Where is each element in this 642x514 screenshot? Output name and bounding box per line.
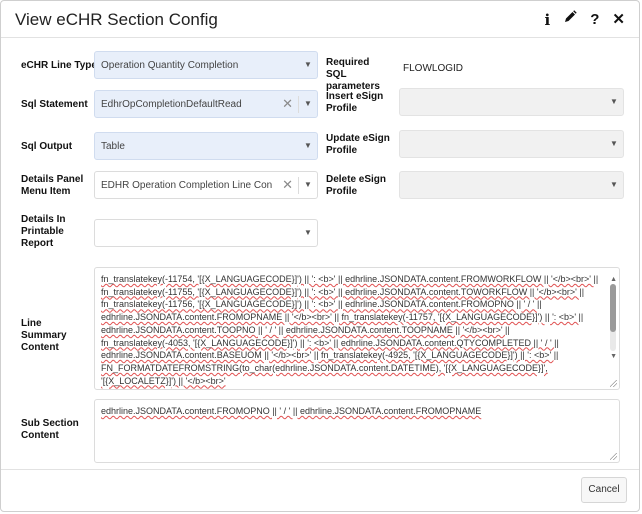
scrollbar[interactable] (610, 284, 616, 351)
details-printable-label: Details In Printable Report (21, 214, 66, 249)
required-sql-value: FLOWLOGID (403, 63, 464, 74)
update-esign-label: Update eSign Profile (326, 133, 390, 156)
clear-icon[interactable]: ✕ (282, 97, 293, 111)
sql-statement-select[interactable]: EdhrOpCompletionDefaultRead ✕ ▼ (94, 90, 318, 118)
details-printable-select[interactable]: ▼ (94, 219, 318, 247)
echr-section-config-dialog: View eCHR Section Config i ? ✕ eCHR Line… (0, 0, 640, 512)
line-summary-content: fn_translatekey(-11754, '[{X_LANGUAGECOD… (101, 274, 599, 386)
chevron-down-icon: ▼ (304, 141, 312, 150)
info-icon[interactable]: i (545, 11, 551, 29)
scrollbar-thumb[interactable] (610, 284, 616, 333)
update-esign-select[interactable]: ▼ (399, 130, 624, 158)
delete-esign-label: Delete eSign Profile (326, 174, 387, 197)
clear-icon[interactable]: ✕ (282, 178, 293, 192)
required-sql-label: Required SQL parameters (326, 57, 380, 92)
chevron-down-icon: ▼ (304, 228, 312, 237)
line-type-label: eCHR Line Type (21, 60, 97, 71)
insert-esign-select[interactable]: ▼ (399, 88, 624, 116)
line-type-value: Operation Quantity Completion (101, 60, 239, 71)
close-icon[interactable]: ✕ (612, 11, 625, 29)
dialog-title: View eCHR Section Config (15, 10, 218, 29)
select-separator (298, 177, 299, 194)
chevron-down-icon: ▼ (610, 97, 618, 106)
sql-output-value: Table (101, 141, 125, 152)
help-icon[interactable]: ? (590, 11, 599, 29)
footer-divider (1, 469, 639, 470)
sql-statement-value: EdhrOpCompletionDefaultRead (101, 99, 242, 110)
line-summary-textarea[interactable]: fn_translatekey(-11754, '[{X_LANGUAGECOD… (94, 267, 620, 390)
details-panel-label: Details Panel Menu Item (21, 174, 84, 197)
titlebar-icons: i ? ✕ (545, 10, 625, 29)
scroll-down-icon[interactable]: ▼ (610, 351, 617, 364)
chevron-down-icon: ▼ (304, 60, 312, 69)
line-summary-label: Line Summary Content (21, 318, 67, 353)
sub-section-textarea[interactable]: edhrline.JSONDATA.content.FROMOPNO || ' … (94, 399, 620, 463)
delete-esign-select[interactable]: ▼ (399, 171, 624, 199)
details-panel-value: EDHR Operation Completion Line Con... (101, 180, 273, 191)
chevron-down-icon: ▼ (610, 180, 618, 189)
sql-output-select[interactable]: Table ▼ (94, 132, 318, 160)
chevron-down-icon: ▼ (610, 139, 618, 148)
resize-grip-icon[interactable] (610, 453, 617, 460)
select-separator (298, 96, 299, 113)
sql-output-label: Sql Output (21, 141, 73, 152)
details-panel-select[interactable]: EDHR Operation Completion Line Con... ✕ … (94, 171, 318, 199)
chevron-down-icon: ▼ (304, 180, 312, 189)
resize-grip-icon[interactable] (610, 380, 617, 387)
dialog-titlebar: View eCHR Section Config i ? ✕ (1, 1, 639, 38)
insert-esign-label: Insert eSign Profile (326, 91, 384, 114)
sub-section-content: edhrline.JSONDATA.content.FROMOPNO || ' … (101, 406, 482, 416)
line-type-select[interactable]: Operation Quantity Completion ▼ (94, 51, 318, 79)
cancel-button[interactable]: Cancel (581, 477, 627, 503)
sub-section-label: Sub Section Content (21, 418, 79, 441)
chevron-down-icon: ▼ (304, 99, 312, 108)
pencil-icon[interactable] (563, 10, 577, 29)
sql-statement-label: Sql Statement (21, 99, 88, 110)
